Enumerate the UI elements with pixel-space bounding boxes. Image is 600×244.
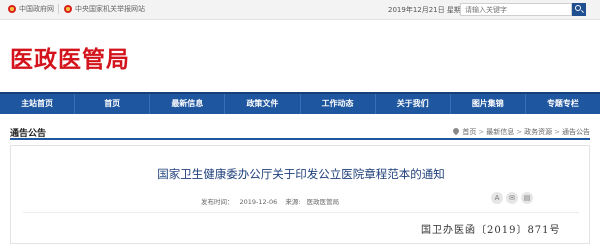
- breadcrumb-separator: >: [516, 128, 523, 136]
- national-emblem-icon: [64, 5, 72, 13]
- breadcrumb-latest[interactable]: 最新信息: [486, 127, 514, 137]
- section-header: 通告公告 首页 > 最新信息 > 政务资源 > 通告公告: [10, 124, 590, 140]
- national-emblem-icon: [8, 5, 16, 13]
- breadcrumb-home[interactable]: 首页: [462, 127, 476, 137]
- text-size-icon: A: [494, 194, 500, 202]
- report-site-label: 中央国家机关举报网站: [75, 5, 145, 13]
- publish-date-label: 发布时间：: [201, 198, 234, 206]
- print-button[interactable]: ▤: [521, 192, 533, 204]
- nav-item-home[interactable]: 首页: [75, 94, 151, 114]
- nav-item-latest[interactable]: 最新信息: [150, 94, 226, 114]
- search-button[interactable]: [572, 3, 586, 16]
- source-value: 医政医管局: [306, 198, 340, 206]
- location-pin-icon: [453, 128, 459, 136]
- nav-item-about[interactable]: 关于我们: [376, 94, 451, 114]
- topbar-divider: [58, 4, 59, 14]
- gov-portal-label: 中国政府网: [19, 5, 54, 13]
- report-site-link[interactable]: 中央国家机关举报网站: [64, 4, 145, 14]
- main-nav: 主站首页 首页 最新信息 政策文件 工作动态 关于我们 图片集锦 专题专栏: [0, 92, 600, 114]
- current-date: 2019年12月21日 星期六: [388, 6, 468, 14]
- gov-portal-link[interactable]: 中国政府网: [8, 4, 54, 14]
- nav-item-main-home[interactable]: 主站首页: [0, 94, 76, 114]
- text-size-button[interactable]: A: [491, 192, 503, 204]
- print-icon: ▤: [523, 194, 531, 202]
- breadcrumb-resources[interactable]: 政务资源: [524, 127, 552, 137]
- site-title[interactable]: 医政医管局: [10, 40, 130, 74]
- section-title: 通告公告: [10, 129, 47, 139]
- meta-divider: [23, 212, 579, 213]
- nav-item-gallery[interactable]: 图片集锦: [451, 94, 526, 114]
- article-card: 国家卫生健康委办公厅关于印发公立医院章程范本的通知 发布时间： 2019-12-0…: [10, 145, 590, 244]
- breadcrumb-current[interactable]: 通告公告: [562, 127, 590, 137]
- article-meta: 发布时间： 2019-12-06 来源: 医政医管局: [201, 196, 345, 206]
- share-button[interactable]: ✉: [506, 192, 518, 204]
- nav-item-work-news[interactable]: 工作动态: [301, 94, 376, 114]
- breadcrumb: 首页 > 最新信息 > 政务资源 > 通告公告: [453, 127, 590, 137]
- share-icon: ✉: [509, 194, 515, 202]
- article-tools: A ✉ ▤: [491, 192, 533, 204]
- site-header: 医政医管局: [0, 20, 600, 92]
- search-icon: [575, 5, 581, 11]
- document-number: 国卫办医函〔2019〕871号: [421, 225, 561, 236]
- nav-item-policy[interactable]: 政策文件: [225, 94, 301, 114]
- breadcrumb-separator: >: [478, 128, 485, 136]
- top-utility-bar: 中国政府网 中央国家机关举报网站 2019年12月21日 星期六: [0, 0, 600, 20]
- nav-item-topics[interactable]: 专题专栏: [526, 94, 600, 114]
- source-label: 来源:: [285, 198, 301, 206]
- search-input[interactable]: [460, 3, 572, 16]
- breadcrumb-separator: >: [554, 128, 560, 136]
- publish-date: 2019-12-06: [239, 198, 278, 206]
- article-title: 国家卫生健康委办公厅关于印发公立医院章程范本的通知: [157, 167, 445, 181]
